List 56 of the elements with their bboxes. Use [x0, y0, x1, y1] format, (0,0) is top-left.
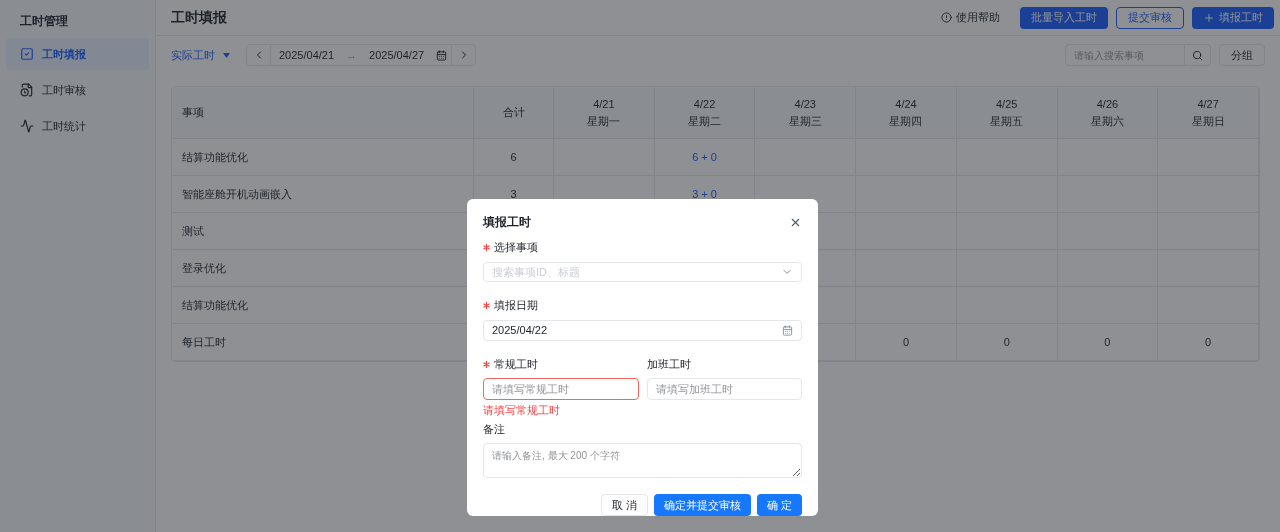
column-header: 事项: [172, 87, 474, 138]
sidebar-item[interactable]: 工时填报: [6, 38, 149, 70]
search-button[interactable]: [1185, 44, 1211, 66]
help-link[interactable]: 使用帮助: [941, 9, 1000, 26]
end-date: 2025/04/27: [368, 47, 426, 63]
range-arrow: →: [345, 47, 359, 63]
search-icon: [1192, 49, 1203, 61]
document-clock-icon: [20, 83, 34, 97]
regular-hours-field[interactable]: 请填写常规工时: [483, 378, 639, 401]
column-header: 4/22 星期二: [654, 87, 756, 138]
dialog-button[interactable]: 取 消: [600, 494, 648, 516]
field-label: 加班工时: [646, 356, 691, 372]
header-button[interactable]: 提交审核: [1116, 6, 1184, 29]
dialog-button[interactable]: 确 定: [756, 494, 802, 516]
field-label: 选择事项: [483, 239, 538, 256]
date-field[interactable]: 2025/04/22: [483, 319, 802, 341]
hours-link[interactable]: 6 + 0: [692, 148, 717, 166]
hours-cell-text: 0: [1205, 334, 1212, 350]
column-header: 4/24 星期四: [856, 87, 957, 138]
total-cell-text: 6: [510, 149, 517, 165]
hours-link[interactable]: 3 + 0: [692, 185, 717, 203]
group-button[interactable]: 分组: [1219, 44, 1265, 66]
plus-icon: [1203, 11, 1215, 24]
field-label: 填报日期: [483, 297, 538, 314]
dropdown-caret-icon: [223, 52, 230, 58]
column-header: 4/21 星期一: [554, 87, 655, 138]
mode-dropdown[interactable]: 实际工时: [171, 46, 230, 64]
header-button[interactable]: 填报工时: [1192, 6, 1274, 29]
sidebar-item[interactable]: 工时统计: [6, 110, 149, 142]
start-date: 2025/04/21: [278, 47, 336, 63]
header-button[interactable]: 批量导入工时: [1020, 6, 1108, 29]
column-header: 4/26 星期六: [1057, 87, 1159, 138]
hours-cell-text: 0: [1003, 334, 1010, 350]
checkbox-icon: [20, 47, 34, 61]
dialog-button[interactable]: 确定并提交审核: [653, 494, 751, 516]
note-field[interactable]: 请输入备注, 最大 200 个字符: [483, 443, 802, 478]
overtime-hours-field[interactable]: 请填写加班工时: [646, 378, 802, 401]
column-header: 4/25 星期五: [956, 87, 1058, 138]
chart-icon: [20, 119, 34, 133]
date-range-picker[interactable]: 2025/04/21 → 2025/04/27: [246, 44, 477, 66]
page-title: 工时填报: [171, 8, 228, 27]
calendar-icon: [782, 324, 793, 336]
column-header: 合计: [474, 87, 554, 138]
item-cell: 结算功能优化: [172, 139, 474, 175]
column-header: 4/27 星期日: [1158, 87, 1259, 138]
error-message: 请填写常规工时: [483, 403, 560, 419]
dialog-title: 填报工时: [483, 214, 531, 231]
sidebar-title: 工时管理: [19, 13, 69, 30]
calendar-icon: [436, 49, 448, 61]
sidebar-item[interactable]: 工时审核: [6, 74, 149, 106]
field-label: 备注: [483, 421, 505, 437]
field-label: 常规工时: [483, 355, 538, 373]
hours-cell-text: 0: [902, 334, 910, 350]
total-cell-text: 3: [510, 186, 517, 202]
info-icon: [941, 12, 952, 23]
hours-cell-text: 0: [1104, 334, 1111, 350]
